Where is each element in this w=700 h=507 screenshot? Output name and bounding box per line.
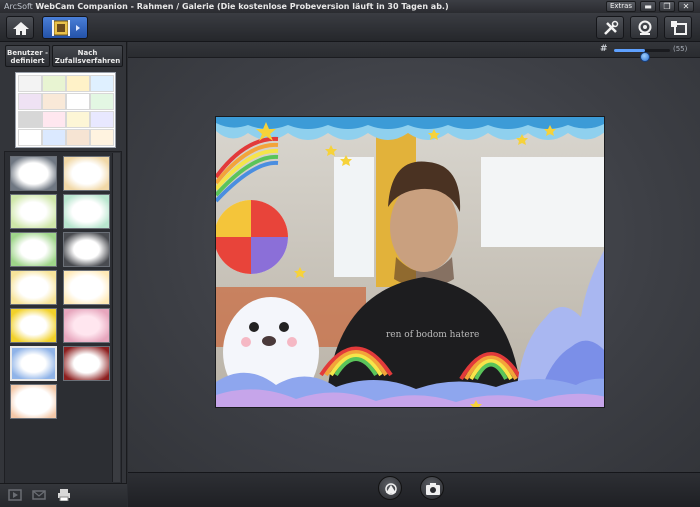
sidebar-footer — [0, 483, 127, 507]
preview-cell — [18, 111, 42, 128]
extras-button[interactable]: Extras — [606, 1, 636, 12]
thumbnail-scrollbar[interactable] — [112, 153, 120, 482]
brand-label: ArcSoft — [4, 2, 33, 11]
frame-thumbnail[interactable] — [63, 346, 110, 381]
frame-thumbnail[interactable] — [63, 194, 110, 229]
preview-cell — [90, 111, 114, 128]
gallery-icon — [671, 21, 687, 35]
frame-thumbnail[interactable] — [10, 194, 57, 229]
camera-icon — [426, 483, 440, 495]
tools-button[interactable] — [596, 16, 624, 39]
category-user-defined-button[interactable]: Benutzer -definiert — [5, 45, 50, 67]
frame-thumbnail[interactable] — [10, 308, 57, 343]
slideshow-icon[interactable] — [8, 489, 22, 501]
frame-thumbnail[interactable] — [10, 232, 57, 267]
frame-thumbnail-selected[interactable] — [10, 346, 57, 381]
print-icon[interactable] — [57, 489, 71, 501]
preview-cell — [90, 93, 114, 110]
zoom-slider[interactable] — [614, 49, 670, 62]
preview-cell — [18, 75, 42, 92]
preview-cell — [66, 111, 90, 128]
gallery-button[interactable] — [664, 16, 692, 39]
frames-sidebar: Benutzer -definiert Nach Zufallsverfahre… — [0, 42, 127, 507]
zoom-grid-icon: # — [600, 44, 608, 54]
zoom-value: (55) — [673, 45, 688, 53]
frame-thumbnail[interactable] — [63, 232, 110, 267]
app-window: ArcSoft WebCam Companion - Rahmen / Gale… — [0, 0, 700, 507]
email-icon[interactable] — [32, 489, 46, 501]
preview-cell — [90, 75, 114, 92]
category-random-button[interactable]: Nach Zufallsverfahren — [52, 45, 123, 67]
effects-button[interactable] — [378, 476, 402, 500]
tools-icon — [604, 20, 619, 35]
effects-icon — [385, 483, 397, 495]
frames-mode-button[interactable] — [42, 16, 88, 39]
capture-bar — [128, 472, 700, 507]
preview-cell — [18, 93, 42, 110]
window-title: WebCam Companion - Rahmen / Galerie (Die… — [35, 2, 449, 11]
title-bar: ArcSoft WebCam Companion - Rahmen / Gale… — [0, 0, 700, 13]
preview-cell — [42, 75, 66, 92]
zoom-slider-thumb[interactable] — [639, 52, 650, 62]
frame-thumbnail[interactable] — [63, 270, 110, 305]
restore-button[interactable]: ❐ — [659, 1, 675, 12]
frame-thumbnail[interactable] — [63, 308, 110, 343]
preview-stage: # (55) ren of bodom hatere — [128, 42, 700, 472]
preview-cell — [90, 129, 114, 146]
preview-cell — [66, 93, 90, 110]
frame-collage-preview[interactable] — [15, 72, 116, 148]
close-button[interactable]: ✕ — [678, 1, 694, 12]
capture-photo-button[interactable] — [420, 476, 444, 500]
preview-cell — [18, 129, 42, 146]
webcam-icon — [638, 20, 652, 35]
zoom-slider-fill — [614, 49, 645, 52]
frame-thumbnail[interactable] — [10, 384, 57, 419]
preview-cell — [66, 75, 90, 92]
category-bar: Benutzer -definiert Nach Zufallsverfahre… — [0, 45, 127, 67]
minimize-button[interactable]: ▬ — [640, 1, 656, 12]
preview-cell — [66, 129, 90, 146]
film-frames-icon — [52, 20, 80, 36]
home-icon — [13, 22, 29, 35]
home-button[interactable] — [6, 16, 34, 39]
preview-cell — [42, 129, 66, 146]
frame-thumbnail-grid — [4, 151, 122, 484]
webcam-preview-with-frame: ren of bodom hatere — [215, 116, 605, 408]
frame-thumbnail[interactable] — [10, 270, 57, 305]
zoom-bar: # (55) — [128, 42, 700, 62]
frame-thumbnail[interactable] — [10, 156, 57, 191]
frame-overlay-image: ren of bodom hatere — [216, 117, 604, 407]
frame-thumbnail[interactable] — [63, 156, 110, 191]
preview-cell — [42, 93, 66, 110]
preview-cell — [42, 111, 66, 128]
webcam-button[interactable] — [630, 16, 658, 39]
main-toolbar — [0, 13, 700, 42]
shirt-print: ren of bodom hatere — [386, 330, 479, 340]
